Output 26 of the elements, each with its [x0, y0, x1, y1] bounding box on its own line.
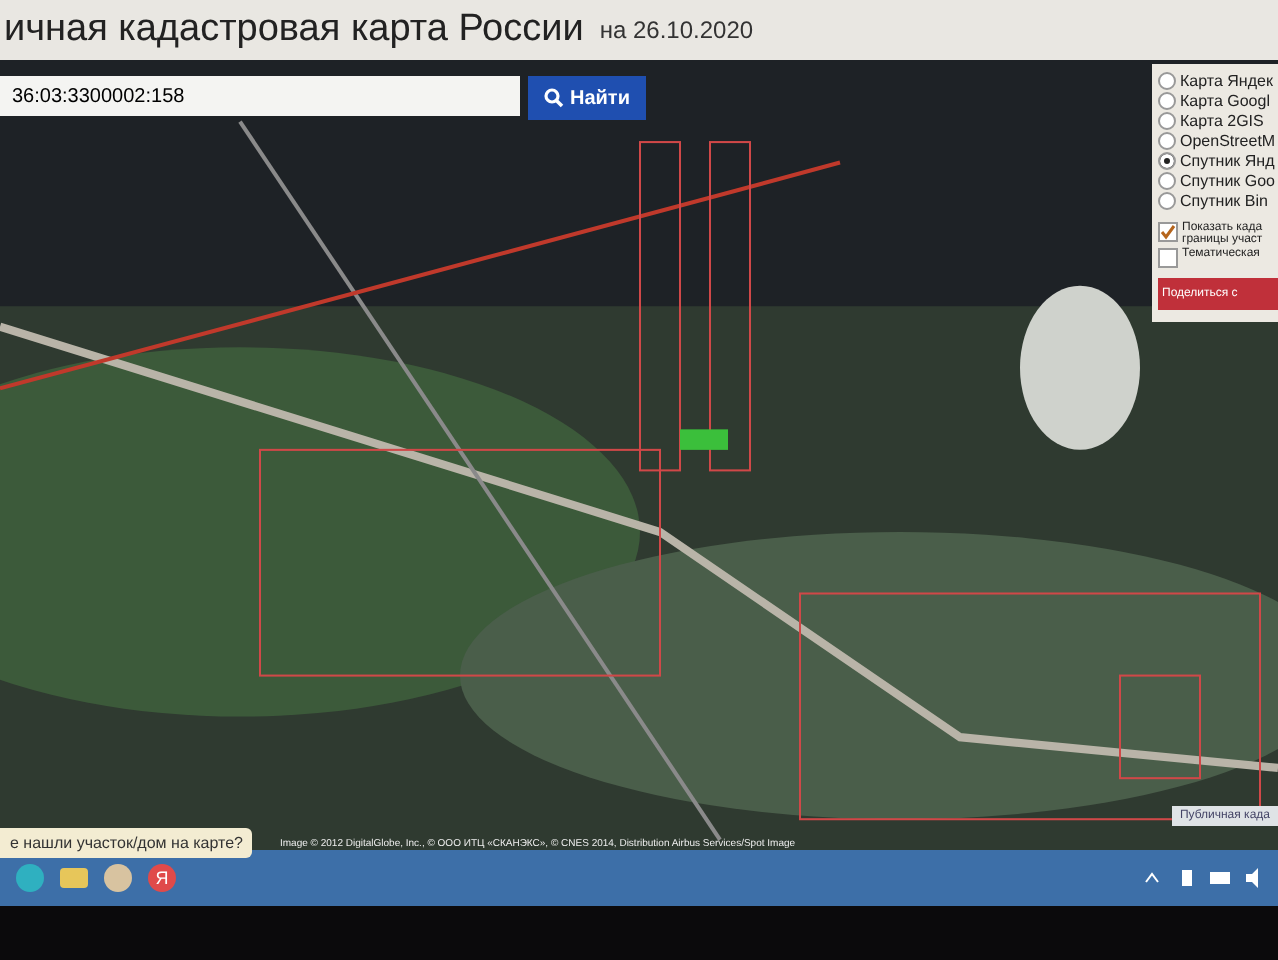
layer-option[interactable]: Спутник Goo — [1180, 172, 1276, 190]
satellite-map-drawing[interactable] — [0, 60, 1278, 850]
help-button[interactable]: е нашли участок/дом на карте? — [0, 828, 253, 858]
layer-option[interactable]: Спутник Bin — [1180, 192, 1268, 210]
checkbox[interactable] — [1158, 248, 1178, 268]
checkbox[interactable] — [1158, 222, 1178, 242]
search-icon — [544, 88, 564, 108]
date-label: на 26.10.2020 — [599, 16, 754, 44]
radio-button[interactable] — [1158, 132, 1176, 150]
yandex-icon[interactable]: Я — [148, 864, 176, 892]
layer-option[interactable]: Карта Яндек — [1180, 72, 1273, 90]
radio-button[interactable] — [1158, 92, 1176, 110]
layer-option[interactable]: OpenStreetM — [1180, 132, 1276, 150]
radio-button[interactable] — [1158, 172, 1176, 190]
radio-button[interactable] — [1158, 152, 1176, 170]
folder-icon[interactable] — [60, 868, 88, 888]
radio-button[interactable] — [1158, 192, 1176, 210]
radio-button[interactable] — [1158, 112, 1176, 130]
layer-option[interactable]: Карта Googl — [1180, 92, 1270, 110]
cadastral-number-field[interactable]: 36:03:3300002:158 — [0, 76, 520, 116]
layer-option[interactable]: Карта 2GIS — [1180, 112, 1264, 130]
layer-option[interactable]: Спутник Янд — [1180, 152, 1275, 170]
radio-button[interactable] — [1158, 72, 1176, 90]
page-title: ичная кадастровая карта России — [4, 8, 584, 52]
tray-icons-drawing[interactable] — [1142, 868, 1262, 888]
search-button[interactable]: Найти — [528, 76, 646, 120]
